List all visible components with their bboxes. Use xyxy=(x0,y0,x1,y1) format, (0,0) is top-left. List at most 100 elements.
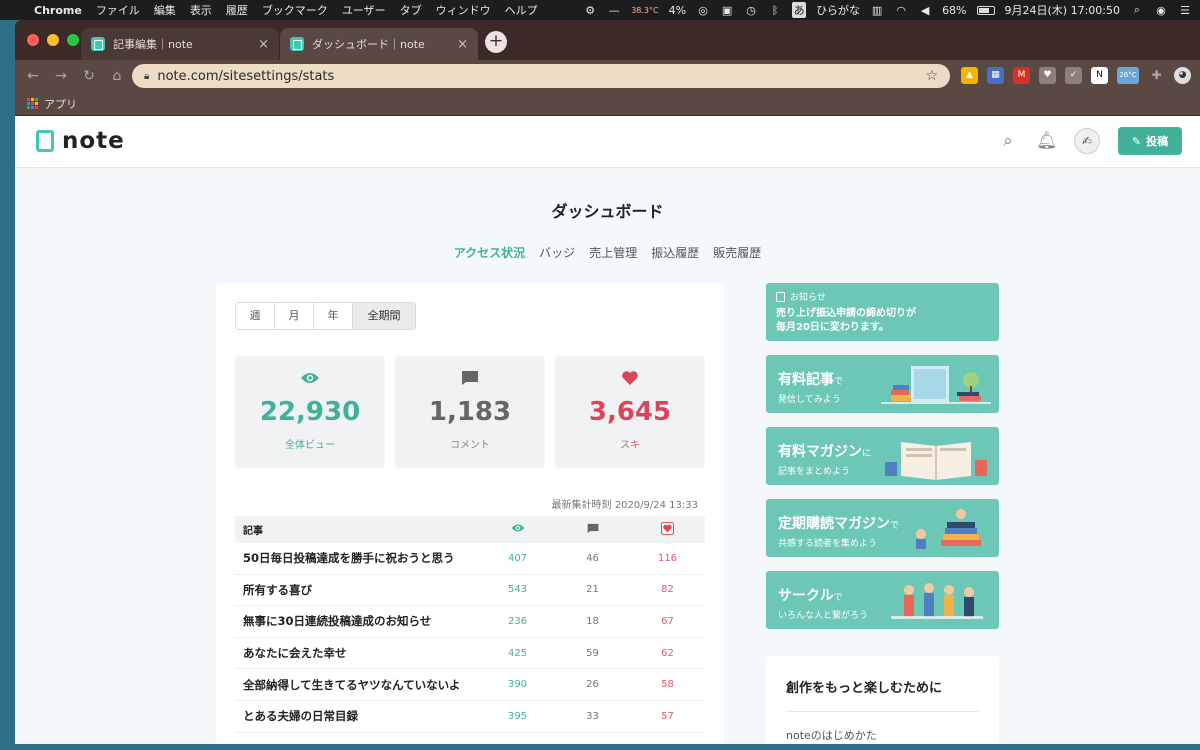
article-title[interactable]: とある夫婦の日常目録 xyxy=(235,708,480,724)
spotlight-icon[interactable]: ⌕ xyxy=(1130,3,1144,17)
dash-icon[interactable]: — xyxy=(607,4,621,17)
article-title[interactable]: 全部納得して生きてるヤツなんていないよ xyxy=(235,677,480,693)
pencil-icon: ✎ xyxy=(1131,134,1142,148)
heart-icon xyxy=(555,370,705,390)
table-row[interactable]: 所有する喜び 543 21 82 xyxy=(235,575,705,607)
article-title[interactable]: 所有する喜び xyxy=(235,582,480,598)
notion-extension-icon[interactable]: N xyxy=(1091,67,1108,84)
period-year-button[interactable]: 年 xyxy=(314,303,353,329)
tab-sales[interactable]: 売上管理 xyxy=(589,244,637,261)
notice-icon xyxy=(776,291,785,302)
back-icon[interactable]: ← xyxy=(19,68,47,84)
calendar-extension-icon[interactable]: ▦ xyxy=(987,67,1004,84)
search-icon[interactable]: ⌕ xyxy=(998,131,1018,151)
accessibility-icon[interactable]: ◎ xyxy=(696,4,710,17)
notification-center-icon[interactable]: ☰ xyxy=(1178,4,1192,17)
period-all-button[interactable]: 全期間 xyxy=(353,303,415,329)
tab-access[interactable]: アクセス状況 xyxy=(454,244,525,261)
tab-sales-history[interactable]: 販売履歴 xyxy=(713,244,761,261)
comments-column-icon[interactable] xyxy=(555,523,630,537)
promo-title: サークル xyxy=(778,588,834,604)
table-row[interactable]: とある夫婦の日常目録 395 33 57 xyxy=(235,701,705,733)
menu-edit[interactable]: 編集 xyxy=(154,2,176,18)
table-row[interactable]: あなたに会えた幸せ 425 59 62 xyxy=(235,638,705,670)
window-controls xyxy=(27,34,79,46)
cpu-readout: 4% xyxy=(668,3,687,17)
datetime[interactable]: 9月24日(木) 17:00:50 xyxy=(1005,2,1120,18)
new-tab-button[interactable]: + xyxy=(485,31,507,53)
menu-bookmarks[interactable]: ブックマーク xyxy=(262,2,328,18)
promo-paid-article[interactable]: 有料記事で 発信してみよう xyxy=(766,355,999,413)
views-column-icon[interactable] xyxy=(480,523,555,536)
gpu-icon[interactable]: ⚙ xyxy=(583,4,597,17)
comments-count: 59 xyxy=(586,647,599,659)
promo-circle[interactable]: サークルで いろんな人と繋がろう xyxy=(766,571,999,629)
period-week-button[interactable]: 週 xyxy=(236,303,275,329)
getting-started-link[interactable]: noteのはじめかた xyxy=(786,727,979,743)
menu-file[interactable]: ファイル xyxy=(96,2,140,18)
promo-subscription-magazine[interactable]: 定期購読マガジンで 共感する読者を集めよう xyxy=(766,499,999,557)
user-icon[interactable]: ◉ xyxy=(1154,4,1168,17)
menu-tab[interactable]: タブ xyxy=(400,2,422,18)
table-row[interactable]: 無事に30日連続投稿達成のお知らせ 236 18 67 xyxy=(235,606,705,638)
article-title[interactable]: 50日毎日投稿達成を勝手に祝おうと思う xyxy=(235,550,480,566)
likes-count: 62 xyxy=(661,647,674,659)
period-month-button[interactable]: 月 xyxy=(275,303,314,329)
article-title[interactable]: あなたに会えた幸せ xyxy=(235,645,480,661)
menu-view[interactable]: 表示 xyxy=(190,2,212,18)
likes-column-icon[interactable] xyxy=(630,521,705,538)
comment-icon xyxy=(395,370,545,390)
tab-badges[interactable]: バッジ xyxy=(539,244,575,261)
extensions-puzzle-icon[interactable]: ✚ xyxy=(1148,67,1165,84)
reload-icon[interactable]: ↻ xyxy=(75,68,103,84)
display-icon[interactable]: ▣ xyxy=(720,4,734,17)
gmail-extension-icon[interactable]: M xyxy=(1013,67,1030,84)
drive-extension-icon[interactable]: ▲ xyxy=(961,67,978,84)
profile-avatar-icon[interactable]: ◕ xyxy=(1174,67,1191,84)
minimize-window-button[interactable] xyxy=(47,34,59,46)
checker-extension-icon[interactable]: ✓ xyxy=(1065,67,1082,84)
zoom-window-button[interactable] xyxy=(67,34,79,46)
bluetooth-icon[interactable]: ᛒ xyxy=(768,4,782,17)
notice-banner[interactable]: お知らせ 売り上げ振込申請の締め切りが 毎月20日に変わります。 xyxy=(766,283,999,341)
menubar-app-name[interactable]: Chrome xyxy=(34,4,82,17)
stat-label: スキ xyxy=(620,440,640,451)
bookmark-apps[interactable]: アプリ xyxy=(44,96,77,112)
battery-icon[interactable] xyxy=(976,5,995,15)
volume-icon[interactable]: ◀ xyxy=(918,4,932,17)
pocket-extension-icon[interactable]: ♥ xyxy=(1039,67,1056,84)
likes-count: 67 xyxy=(661,615,674,627)
table-row[interactable]: 全部納得して生きてるヤツなんていないよ 390 26 58 xyxy=(235,669,705,701)
lock-icon[interactable]: 🔒︎ xyxy=(144,71,149,82)
bell-icon[interactable]: 🔔︎ xyxy=(1036,131,1058,151)
avatar[interactable]: ✍ xyxy=(1074,128,1100,154)
promo-paid-magazine[interactable]: 有料マガジンに 記事をまとめよう xyxy=(766,427,999,485)
menu-window[interactable]: ウィンドウ xyxy=(436,2,491,18)
menu-users[interactable]: ユーザー xyxy=(342,2,386,18)
menu-help[interactable]: ヘルプ xyxy=(505,2,538,18)
notice-line-1: 売り上げ振込申請の締め切りが xyxy=(776,308,916,319)
note-logo[interactable]: note xyxy=(36,128,125,154)
memory-icon[interactable]: ▥ xyxy=(870,4,884,17)
home-icon[interactable]: ⌂ xyxy=(103,68,131,84)
close-tab-icon[interactable]: × xyxy=(457,37,468,52)
comments-count: 46 xyxy=(586,552,599,564)
tab-transfer-history[interactable]: 振込履歴 xyxy=(651,244,699,261)
forward-icon[interactable]: → xyxy=(47,68,75,84)
input-method-icon[interactable]: あ xyxy=(792,2,807,18)
menu-history[interactable]: 履歴 xyxy=(226,2,248,18)
post-button[interactable]: ✎ 投稿 xyxy=(1118,127,1182,155)
close-tab-icon[interactable]: × xyxy=(258,37,269,52)
promo-suffix: で xyxy=(833,593,843,603)
table-row[interactable]: 50日毎日投稿達成を勝手に祝おうと思う 407 46 116 xyxy=(235,543,705,575)
weather-extension-icon[interactable]: 26°C xyxy=(1117,67,1139,84)
article-title[interactable]: 無事に30日連続投稿達成のお知らせ xyxy=(235,613,480,629)
url-text[interactable]: note.com/sitesettings/stats xyxy=(157,69,925,84)
address-bar[interactable]: 🔒︎ note.com/sitesettings/stats ☆ xyxy=(132,64,950,88)
tab-article-edit[interactable]: 記事編集｜note × xyxy=(81,28,279,60)
time-machine-icon[interactable]: ◷ xyxy=(744,4,758,17)
tab-dashboard[interactable]: ダッシュボード｜note × xyxy=(280,28,478,60)
bookmark-star-icon[interactable]: ☆ xyxy=(925,68,938,84)
wifi-icon[interactable]: ◠ xyxy=(894,4,908,17)
close-window-button[interactable] xyxy=(27,34,39,46)
